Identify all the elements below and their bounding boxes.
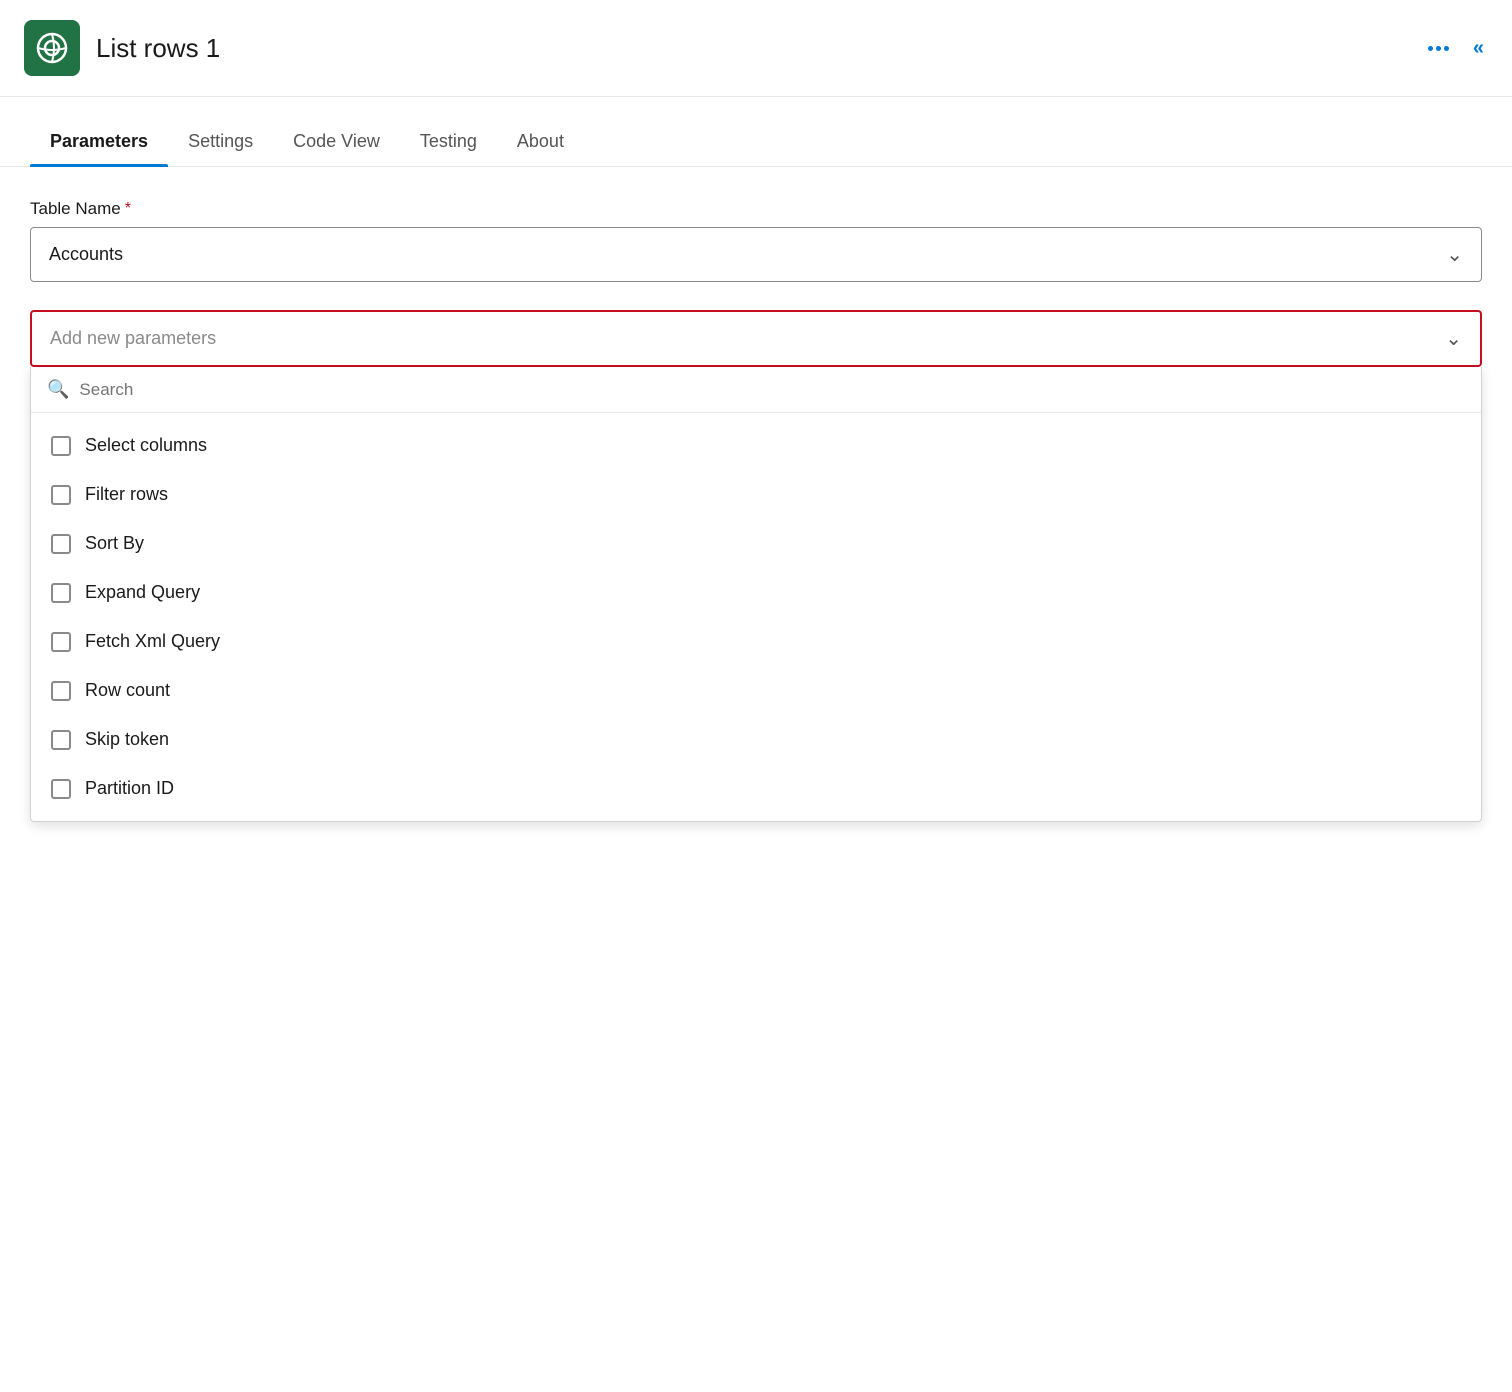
tab-parameters[interactable]: Parameters [30, 117, 168, 166]
required-indicator: * [125, 200, 131, 218]
app-logo-icon [34, 30, 70, 66]
param-filter-rows[interactable]: Filter rows [31, 470, 1481, 519]
table-name-select[interactable]: Accounts ⌄ [30, 227, 1482, 282]
add-params-chevron-icon: ⌄ [1445, 326, 1462, 351]
more-options-button[interactable] [1420, 42, 1457, 55]
param-label-expand-query: Expand Query [85, 582, 200, 603]
tab-about[interactable]: About [497, 117, 584, 166]
tabs-bar: Parameters Settings Code View Testing Ab… [0, 117, 1512, 167]
table-name-value: Accounts [49, 244, 123, 265]
checkbox-row-count[interactable] [51, 681, 71, 701]
param-skip-token[interactable]: Skip token [31, 715, 1481, 764]
checkbox-expand-query[interactable] [51, 583, 71, 603]
header: List rows 1 « [0, 0, 1512, 97]
param-sort-by[interactable]: Sort By [31, 519, 1481, 568]
params-dropdown-panel: 🔍 Select columns Filter rows [30, 367, 1482, 822]
checkbox-skip-token[interactable] [51, 730, 71, 750]
app-container: List rows 1 « Parameters Settings Code V… [0, 0, 1512, 1392]
table-name-label: Table Name * [30, 199, 1482, 219]
search-box: 🔍 [31, 367, 1481, 413]
param-label-sort-by: Sort By [85, 533, 144, 554]
checkbox-partition-id[interactable] [51, 779, 71, 799]
params-checkbox-list: Select columns Filter rows Sort By Expan… [31, 413, 1481, 821]
param-fetch-xml-query[interactable]: Fetch Xml Query [31, 617, 1481, 666]
collapse-button[interactable]: « [1473, 37, 1482, 60]
tab-settings[interactable]: Settings [168, 117, 273, 166]
param-row-count[interactable]: Row count [31, 666, 1481, 715]
tab-code-view[interactable]: Code View [273, 117, 400, 166]
header-actions: « [1420, 37, 1482, 60]
checkbox-select-columns[interactable] [51, 436, 71, 456]
app-icon [24, 20, 80, 76]
dot2 [1436, 46, 1441, 51]
checkbox-sort-by[interactable] [51, 534, 71, 554]
param-select-columns[interactable]: Select columns [31, 421, 1481, 470]
param-label-fetch-xml-query: Fetch Xml Query [85, 631, 220, 652]
param-label-filter-rows: Filter rows [85, 484, 168, 505]
param-label-select-columns: Select columns [85, 435, 207, 456]
add-params-section: Add new parameters ⌄ 🔍 Select columns [30, 310, 1482, 822]
add-params-placeholder: Add new parameters [50, 328, 216, 349]
table-name-chevron-icon: ⌄ [1446, 242, 1463, 267]
tab-testing[interactable]: Testing [400, 117, 497, 166]
content-area: Table Name * Accounts ⌄ Add new paramete… [0, 167, 1512, 854]
checkbox-filter-rows[interactable] [51, 485, 71, 505]
dot3 [1444, 46, 1449, 51]
param-label-skip-token: Skip token [85, 729, 169, 750]
search-input[interactable] [79, 380, 1465, 400]
param-label-partition-id: Partition ID [85, 778, 174, 799]
checkbox-fetch-xml-query[interactable] [51, 632, 71, 652]
header-left: List rows 1 [24, 20, 220, 76]
add-params-dropdown[interactable]: Add new parameters ⌄ [30, 310, 1482, 367]
param-partition-id[interactable]: Partition ID [31, 764, 1481, 813]
search-icon: 🔍 [47, 379, 69, 400]
page-title: List rows 1 [96, 33, 220, 64]
param-label-row-count: Row count [85, 680, 170, 701]
dot1 [1428, 46, 1433, 51]
param-expand-query[interactable]: Expand Query [31, 568, 1481, 617]
